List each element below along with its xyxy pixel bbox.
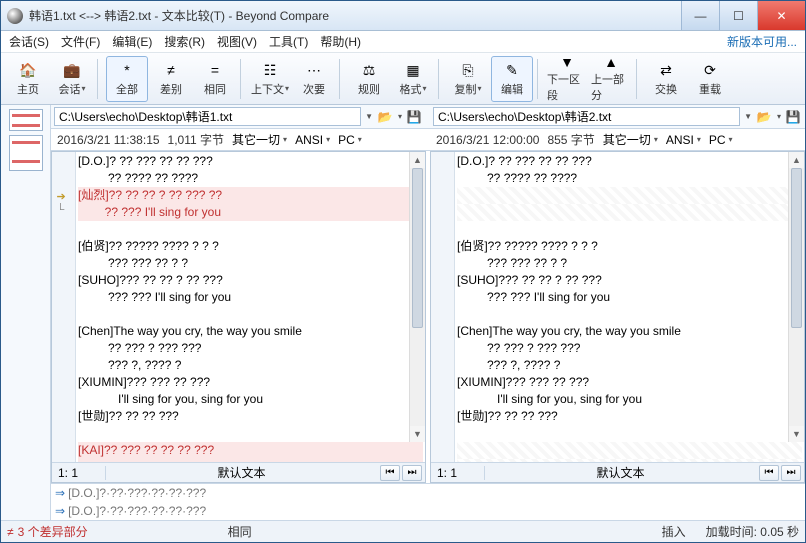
detail-line-1[interactable]: ⇒[D.O.]?·??·???·??·??·??? xyxy=(51,484,805,502)
status-insert-mode: 插入 xyxy=(662,523,686,540)
maximize-button[interactable]: ☐ xyxy=(719,1,757,30)
right-size: 855 字节 xyxy=(547,131,594,148)
app-icon xyxy=(7,8,23,24)
left-text-area[interactable]: [D.O.]? ?? ??? ?? ?? ??? ?? ???? ?? ????… xyxy=(76,152,425,462)
info-row: 2016/3/21 11:38:15 1,011 字节 其它一切▾ ANSI▾ … xyxy=(51,129,805,151)
split-panes: ➔ └ [D.O.]? ?? ??? ?? ?? ??? ?? ???? ?? … xyxy=(51,151,805,483)
right-path-bar: ▼ 📂 ▾ 💾 xyxy=(430,105,805,128)
menu-bar: 会话(S) 文件(F) 编辑(E) 搜索(R) 视图(V) 工具(T) 帮助(H… xyxy=(1,31,805,53)
left-path-input[interactable] xyxy=(54,107,361,126)
detail-line-2[interactable]: ⇒[D.O.]?·??·???·??·??·??? xyxy=(51,502,805,520)
panes-area: ▼ 📂 ▾ 💾 ▼ 📂 ▾ 💾 2016/3/21 11:38:15 1,011… xyxy=(51,105,805,520)
toolbar-上一部分-button[interactable]: ▲上一部分 xyxy=(590,56,632,102)
toolbar-相同-button[interactable]: =相同 xyxy=(194,56,236,102)
left-size: 1,011 字节 xyxy=(168,131,224,148)
left-save-icon[interactable]: 💾 xyxy=(405,108,423,126)
window-title: 韩语1.txt <--> 韩语2.txt - 文本比较(T) - Beyond … xyxy=(29,7,681,24)
right-cursor-pos: 1: 1 xyxy=(431,466,485,480)
left-nav-first-button[interactable]: ⏮ xyxy=(380,465,400,481)
toolbar-规则-button[interactable]: ⚖规则 xyxy=(348,56,390,102)
right-info-bar: 2016/3/21 12:00:00 855 字节 其它一切▾ ANSI▾ PC… xyxy=(430,129,805,150)
toolbar-交换-button[interactable]: ⇄交换 xyxy=(645,56,687,102)
right-text-area[interactable]: [D.O.]? ?? ??? ?? ?? ??? ?? ???? ?? ????… xyxy=(455,152,804,462)
right-path-input[interactable] xyxy=(433,107,740,126)
toolbar-上下文-button[interactable]: ☷上下文▾ xyxy=(249,56,291,102)
toolbar-编辑-button[interactable]: ✎编辑 xyxy=(491,56,533,102)
status-diff-count: ≠3 个差异部分 xyxy=(7,523,88,540)
right-save-icon[interactable]: 💾 xyxy=(784,108,802,126)
right-pane: [D.O.]? ?? ??? ?? ?? ??? ?? ???? ?? ????… xyxy=(430,151,805,483)
right-encoding-dropdown[interactable]: 其它一切▾ xyxy=(603,131,658,148)
right-charset-dropdown[interactable]: ANSI▾ xyxy=(666,133,701,147)
minimize-button[interactable]: ― xyxy=(681,1,719,30)
toolbar-复制-button[interactable]: ⎘复制▾ xyxy=(447,56,489,102)
menu-file[interactable]: 文件(F) xyxy=(61,33,100,50)
left-vscrollbar[interactable]: ▲▼ xyxy=(409,152,425,442)
status-load-time: 加载时间: 0.05 秒 xyxy=(706,523,799,540)
path-row: ▼ 📂 ▾ 💾 ▼ 📂 ▾ 💾 xyxy=(51,105,805,129)
left-date: 2016/3/21 11:38:15 xyxy=(57,133,160,147)
left-path-bar: ▼ 📂 ▾ 💾 xyxy=(51,105,426,128)
left-platform-dropdown[interactable]: PC▾ xyxy=(338,133,362,147)
left-open-dropdown-icon[interactable]: ▾ xyxy=(398,112,402,121)
update-link[interactable]: 新版本可用... xyxy=(727,33,797,50)
right-path-dropdown-icon[interactable]: ▼ xyxy=(744,112,752,121)
menu-edit[interactable]: 编辑(E) xyxy=(112,33,152,50)
toolbar-格式-button[interactable]: ▦格式▾ xyxy=(392,56,434,102)
marker-bracket-icon: └ xyxy=(57,204,71,214)
right-pane-footer: 1: 1 默认文本 ⏮ ⏭ xyxy=(431,462,804,482)
right-text-mode[interactable]: 默认文本 xyxy=(485,464,756,481)
left-pane-footer: 1: 1 默认文本 ⏮ ⏭ xyxy=(52,462,425,482)
right-platform-dropdown[interactable]: PC▾ xyxy=(709,133,733,147)
work-area: ▼ 📂 ▾ 💾 ▼ 📂 ▾ 💾 2016/3/21 11:38:15 1,011… xyxy=(1,105,805,520)
diff-thumbnail-split[interactable] xyxy=(9,109,43,131)
status-bar: ≠3 个差异部分 相同 插入 加载时间: 0.05 秒 xyxy=(1,520,805,542)
menu-search[interactable]: 搜索(R) xyxy=(164,33,205,50)
app-window: 韩语1.txt <--> 韩语2.txt - 文本比较(T) - Beyond … xyxy=(0,0,806,543)
left-info-bar: 2016/3/21 11:38:15 1,011 字节 其它一切▾ ANSI▾ … xyxy=(51,129,426,150)
title-bar[interactable]: 韩语1.txt <--> 韩语2.txt - 文本比较(T) - Beyond … xyxy=(1,1,805,31)
right-nav-first-button[interactable]: ⏮ xyxy=(759,465,779,481)
menu-tools[interactable]: 工具(T) xyxy=(269,33,308,50)
toolbar-会话-button[interactable]: 💼会话▾ xyxy=(51,56,93,102)
toolbar-下一区段-button[interactable]: ▼下一区段 xyxy=(546,56,588,102)
left-cursor-pos: 1: 1 xyxy=(52,466,106,480)
left-encoding-dropdown[interactable]: 其它一切▾ xyxy=(232,131,287,148)
toolbar-主页-button[interactable]: 🏠主页 xyxy=(7,56,49,102)
left-open-folder-icon[interactable]: 📂 xyxy=(376,108,394,126)
left-path-dropdown-icon[interactable]: ▼ xyxy=(365,112,373,121)
left-gutter: ➔ └ xyxy=(52,152,76,462)
status-same: 相同 xyxy=(228,523,252,540)
left-charset-dropdown[interactable]: ANSI▾ xyxy=(295,133,330,147)
bottom-detail-lines: ⇒[D.O.]?·??·???·??·??·??? ⇒[D.O.]?·??·??… xyxy=(51,483,805,520)
left-pane: ➔ └ [D.O.]? ?? ??? ?? ?? ??? ?? ???? ?? … xyxy=(51,151,426,483)
left-text-mode[interactable]: 默认文本 xyxy=(106,464,377,481)
right-nav-last-button[interactable]: ⏭ xyxy=(781,465,801,481)
thumbnail-column xyxy=(1,105,51,520)
toolbar-次要-button[interactable]: ⋯次要 xyxy=(293,56,335,102)
right-open-folder-icon[interactable]: 📂 xyxy=(755,108,773,126)
menu-session[interactable]: 会话(S) xyxy=(9,33,49,50)
toolbar-重载-button[interactable]: ⟳重载 xyxy=(689,56,731,102)
marker-arrow-icon: ➔ xyxy=(57,190,71,200)
toolbar-差别-button[interactable]: ≠差别 xyxy=(150,56,192,102)
right-date: 2016/3/21 12:00:00 xyxy=(436,133,539,147)
right-vscrollbar[interactable]: ▲▼ xyxy=(788,152,804,442)
left-nav-last-button[interactable]: ⏭ xyxy=(402,465,422,481)
right-gutter xyxy=(431,152,455,462)
diff-thumbnail-merged[interactable] xyxy=(9,135,43,171)
menu-help[interactable]: 帮助(H) xyxy=(320,33,361,50)
close-button[interactable]: ✕ xyxy=(757,1,805,30)
main-toolbar: 🏠主页💼会话▾ *全部≠差别=相同 ☷上下文▾⋯次要 ⚖规则▦格式▾ ⎘复制▾✎编辑 ▼下… xyxy=(1,53,805,105)
right-open-dropdown-icon[interactable]: ▾ xyxy=(777,112,781,121)
toolbar-全部-button[interactable]: *全部 xyxy=(106,56,148,102)
menu-view[interactable]: 视图(V) xyxy=(217,33,257,50)
